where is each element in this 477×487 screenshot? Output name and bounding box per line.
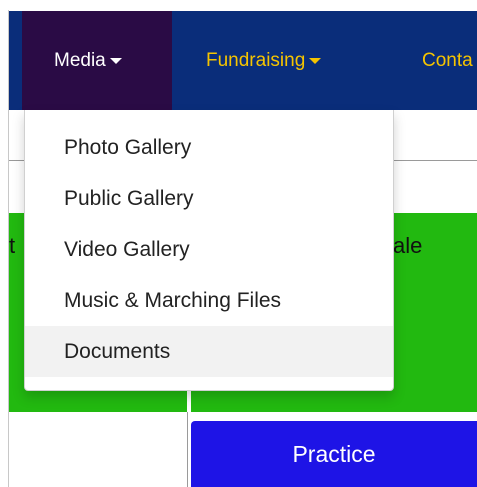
caret-down-icon (309, 57, 322, 64)
practice-button[interactable]: Practice (191, 421, 477, 487)
dropdown-item-photo-gallery[interactable]: Photo Gallery (25, 122, 393, 173)
nav-item-contact-label: Conta (422, 49, 473, 71)
nav-item-media[interactable]: Media (22, 11, 172, 110)
panel-text-fragment-left: t (9, 233, 16, 258)
top-navbar: Media Fundraising Conta (9, 11, 477, 110)
dropdown-item-music-marching-files[interactable]: Music & Marching Files (25, 275, 393, 326)
nav-item-media-label: Media (54, 49, 106, 71)
panel-text-fragment-right: ale (393, 233, 423, 258)
media-dropdown-menu: Photo Gallery Public Gallery Video Galle… (24, 110, 394, 391)
dropdown-item-public-gallery[interactable]: Public Gallery (25, 173, 393, 224)
vertical-divider (187, 412, 188, 487)
dropdown-item-documents[interactable]: Documents (25, 326, 393, 377)
dropdown-item-video-gallery[interactable]: Video Gallery (25, 224, 393, 275)
top-margin (0, 0, 477, 10)
nav-item-fundraising[interactable]: Fundraising (206, 11, 322, 110)
nav-item-contact[interactable]: Conta (422, 11, 473, 110)
nav-item-fundraising-label: Fundraising (206, 49, 306, 71)
caret-down-icon (109, 57, 122, 64)
